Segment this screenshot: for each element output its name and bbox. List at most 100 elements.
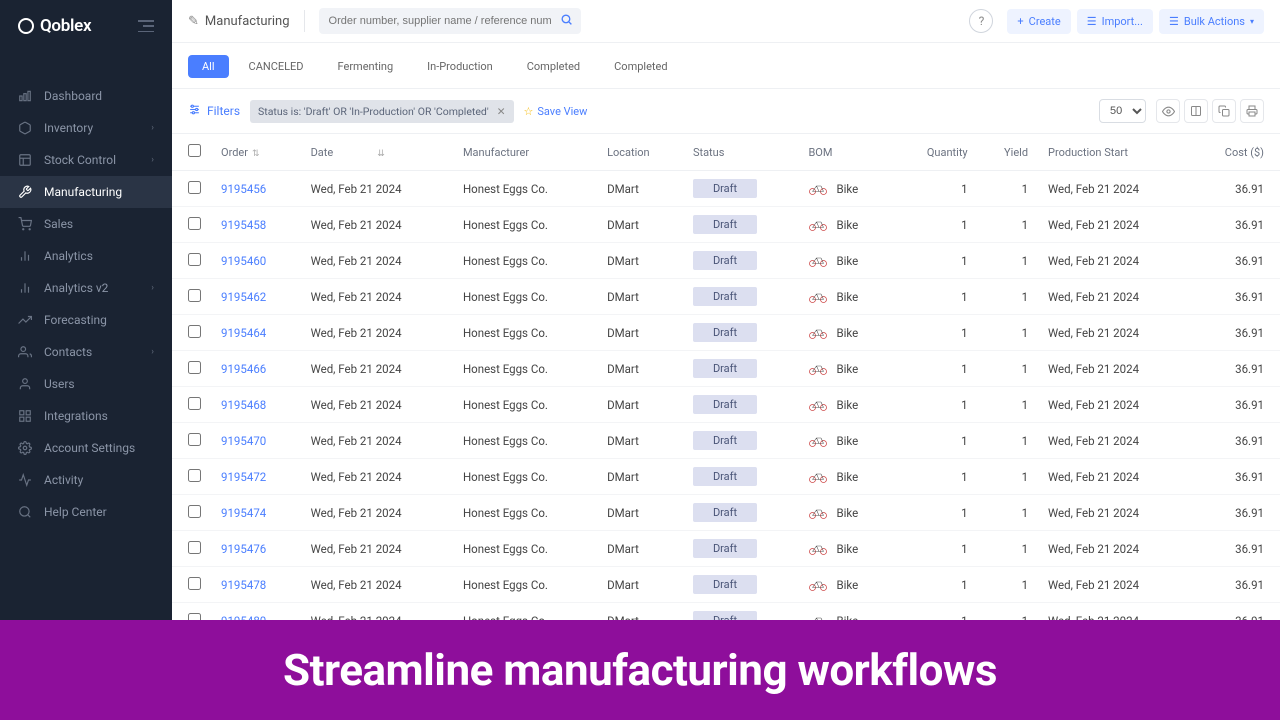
table-row[interactable]: 9195472 Wed, Feb 21 2024 Honest Eggs Co.… [172, 459, 1280, 495]
table-row[interactable]: 9195456 Wed, Feb 21 2024 Honest Eggs Co.… [172, 171, 1280, 207]
row-checkbox[interactable] [188, 469, 201, 482]
sidebar-item-help-center[interactable]: Help Center [0, 496, 172, 528]
col-location[interactable]: Location [597, 134, 683, 171]
col-date[interactable]: Date⇊ [301, 134, 453, 171]
order-link[interactable]: 9195472 [221, 470, 266, 484]
sidebar-item-analytics[interactable]: Analytics [0, 240, 172, 272]
sidebar-item-forecasting[interactable]: Forecasting [0, 304, 172, 336]
bulk-actions-button[interactable]: ☰Bulk Actions▾ [1159, 9, 1264, 34]
order-link[interactable]: 9195476 [221, 542, 266, 556]
table-row[interactable]: 9195466 Wed, Feb 21 2024 Honest Eggs Co.… [172, 351, 1280, 387]
table-row[interactable]: 9195470 Wed, Feb 21 2024 Honest Eggs Co.… [172, 423, 1280, 459]
cell-cost: 36.91 [1190, 279, 1280, 315]
row-checkbox[interactable] [188, 253, 201, 266]
order-link[interactable]: 9195458 [221, 218, 266, 232]
copy-button[interactable] [1212, 99, 1236, 123]
row-checkbox[interactable] [188, 577, 201, 590]
cell-production-start: Wed, Feb 21 2024 [1038, 567, 1190, 603]
order-link[interactable]: 9195474 [221, 506, 266, 520]
sidebar-item-analytics-v2[interactable]: Analytics v2› [0, 272, 172, 304]
sidebar-item-account-settings[interactable]: Account Settings [0, 432, 172, 464]
row-checkbox[interactable] [188, 433, 201, 446]
order-link[interactable]: 9195468 [221, 398, 266, 412]
sidebar-item-inventory[interactable]: Inventory› [0, 112, 172, 144]
bike-icon [808, 578, 828, 592]
logo[interactable]: Qoblex [18, 16, 91, 36]
cell-manufacturer: Honest Eggs Co. [453, 495, 597, 531]
sidebar-item-contacts[interactable]: Contacts› [0, 336, 172, 368]
order-link[interactable]: 9195470 [221, 434, 266, 448]
tab-canceled[interactable]: CANCELED [235, 55, 318, 78]
col-yield[interactable]: Yield [978, 134, 1038, 171]
order-link[interactable]: 9195478 [221, 578, 266, 592]
tab-completed[interactable]: Completed [513, 55, 594, 78]
filters-button[interactable]: Filters [188, 103, 240, 119]
col-status[interactable]: Status [683, 134, 799, 171]
search-input[interactable] [319, 8, 581, 34]
select-all-checkbox[interactable] [188, 144, 201, 157]
print-button[interactable] [1240, 99, 1264, 123]
row-checkbox[interactable] [188, 505, 201, 518]
table-row[interactable]: 9195460 Wed, Feb 21 2024 Honest Eggs Co.… [172, 243, 1280, 279]
sidebar-item-integrations[interactable]: Integrations [0, 400, 172, 432]
sidebar-item-dashboard[interactable]: Dashboard [0, 80, 172, 112]
sidebar-item-label: Integrations [44, 409, 108, 423]
table-row[interactable]: 9195474 Wed, Feb 21 2024 Honest Eggs Co.… [172, 495, 1280, 531]
row-checkbox[interactable] [188, 289, 201, 302]
inventory-icon [18, 121, 32, 135]
col-cost[interactable]: Cost ($) [1190, 134, 1280, 171]
table-row[interactable]: 9195478 Wed, Feb 21 2024 Honest Eggs Co.… [172, 567, 1280, 603]
visibility-toggle[interactable] [1156, 99, 1180, 123]
table-row[interactable]: 9195458 Wed, Feb 21 2024 Honest Eggs Co.… [172, 207, 1280, 243]
tab-in-production[interactable]: In-Production [413, 55, 507, 78]
row-checkbox[interactable] [188, 361, 201, 374]
sidebar-item-users[interactable]: Users [0, 368, 172, 400]
sidebar-item-sales[interactable]: Sales [0, 208, 172, 240]
cell-cost: 36.91 [1190, 495, 1280, 531]
col-manufacturer[interactable]: Manufacturer [453, 134, 597, 171]
save-view-button[interactable]: ☆ Save View [524, 105, 588, 118]
row-checkbox[interactable] [188, 541, 201, 554]
order-link[interactable]: 9195466 [221, 362, 266, 376]
sidebar-item-stock-control[interactable]: Stock Control› [0, 144, 172, 176]
close-icon[interactable]: ✕ [497, 105, 506, 118]
sidebar-item-manufacturing[interactable]: Manufacturing [0, 176, 172, 208]
row-checkbox[interactable] [188, 217, 201, 230]
search-icon[interactable] [560, 13, 573, 29]
table-row[interactable]: 9195468 Wed, Feb 21 2024 Honest Eggs Co.… [172, 387, 1280, 423]
cell-manufacturer: Honest Eggs Co. [453, 279, 597, 315]
order-link[interactable]: 9195456 [221, 182, 266, 196]
help-button[interactable]: ? [969, 9, 993, 33]
order-link[interactable]: 9195464 [221, 326, 266, 340]
menu-toggle-icon[interactable] [138, 20, 154, 32]
row-checkbox[interactable] [188, 181, 201, 194]
table-row[interactable]: 9195464 Wed, Feb 21 2024 Honest Eggs Co.… [172, 315, 1280, 351]
table-row[interactable]: 9195462 Wed, Feb 21 2024 Honest Eggs Co.… [172, 279, 1280, 315]
edit-icon[interactable]: ✎ [188, 14, 199, 29]
sidebar-item-activity[interactable]: Activity [0, 464, 172, 496]
col-bom[interactable]: BOM [798, 134, 894, 171]
bike-icon [808, 398, 828, 412]
row-checkbox[interactable] [188, 397, 201, 410]
order-link[interactable]: 9195460 [221, 254, 266, 268]
tab-all[interactable]: All [188, 55, 229, 78]
col-order[interactable]: Order⇅ [211, 134, 301, 171]
row-checkbox[interactable] [188, 325, 201, 338]
page-size-select[interactable]: 50 [1099, 99, 1146, 123]
filter-chip-status[interactable]: Status is: 'Draft' OR 'In-Production' OR… [250, 100, 513, 123]
col-quantity[interactable]: Quantity [894, 134, 977, 171]
sidebar-item-label: Analytics v2 [44, 281, 108, 295]
columns-toggle[interactable] [1184, 99, 1208, 123]
table-row[interactable]: 9195476 Wed, Feb 21 2024 Honest Eggs Co.… [172, 531, 1280, 567]
bike-icon [808, 506, 828, 520]
cell-manufacturer: Honest Eggs Co. [453, 531, 597, 567]
cell-cost: 36.91 [1190, 315, 1280, 351]
import-button[interactable]: ☰Import... [1077, 9, 1153, 34]
order-link[interactable]: 9195462 [221, 290, 266, 304]
tab-completed[interactable]: Completed [600, 55, 681, 78]
bike-icon [808, 326, 828, 340]
tab-fermenting[interactable]: Fermenting [324, 55, 408, 78]
create-button[interactable]: +Create [1007, 9, 1070, 34]
cell-production-start: Wed, Feb 21 2024 [1038, 495, 1190, 531]
col-production-start[interactable]: Production Start [1038, 134, 1190, 171]
